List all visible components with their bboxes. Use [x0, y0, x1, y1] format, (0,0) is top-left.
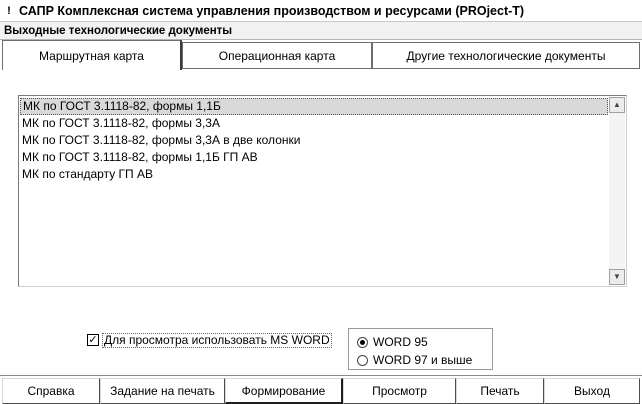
- print-button[interactable]: Печать: [456, 378, 544, 404]
- tab-route-card[interactable]: Маршрутная карта: [2, 40, 182, 70]
- word-95-option[interactable]: WORD 95: [357, 335, 428, 349]
- generate-button[interactable]: Формирование: [225, 378, 343, 404]
- word-97-radio[interactable]: [357, 354, 368, 366]
- preview-button[interactable]: Просмотр: [343, 378, 456, 404]
- list-item[interactable]: МК по ГОСТ 3.1118-82, формы 1,1Б: [20, 98, 608, 115]
- button-bar: Справка Задание на печать Формирование П…: [0, 375, 642, 404]
- list-item[interactable]: МК по ГОСТ 3.1118-82, формы 3,3А в две к…: [20, 132, 608, 149]
- tab-operation-card[interactable]: Операционная карта: [182, 42, 372, 69]
- document-list[interactable]: МК по ГОСТ 3.1118-82, формы 1,1Б МК по Г…: [18, 95, 627, 287]
- section-title: Выходные технологические документы: [0, 22, 642, 40]
- use-ms-word-checkbox[interactable]: ✓: [87, 334, 99, 346]
- list-item[interactable]: МК по ГОСТ 3.1118-82, формы 3,3А: [20, 115, 608, 132]
- tab-other-documents[interactable]: Другие технологические документы: [372, 42, 640, 69]
- use-ms-word-option[interactable]: ✓ Для просмотра использовать MS WORD: [87, 332, 332, 348]
- list-scrollbar[interactable]: ▲ ▼: [609, 97, 625, 285]
- list-item[interactable]: МК по стандарту ГП АВ: [20, 166, 608, 183]
- title-bar: ! САПР Комплексная система управления пр…: [0, 0, 642, 22]
- word-95-radio[interactable]: [357, 336, 368, 348]
- word-95-label[interactable]: WORD 95: [373, 335, 428, 349]
- exit-button[interactable]: Выход: [544, 378, 640, 404]
- word-97-option[interactable]: WORD 97 и выше: [357, 353, 472, 367]
- help-button[interactable]: Справка: [2, 378, 100, 404]
- window-title: САПР Комплексная система управления прои…: [19, 3, 525, 18]
- tab-divider: [182, 68, 640, 69]
- scroll-down-icon[interactable]: ▼: [609, 269, 625, 285]
- list-item[interactable]: МК по ГОСТ 3.1118-82, формы 1,1Б ГП АВ: [20, 149, 608, 166]
- word-97-label[interactable]: WORD 97 и выше: [373, 353, 472, 367]
- tab-strip: Маршрутная карта Операционная карта Друг…: [0, 40, 642, 70]
- word-version-group: WORD 95 WORD 97 и выше: [348, 328, 493, 370]
- use-ms-word-label[interactable]: Для просмотра использовать MS WORD: [102, 332, 332, 348]
- app-icon[interactable]: !: [2, 4, 16, 18]
- print-task-button[interactable]: Задание на печать: [100, 378, 225, 404]
- scroll-up-icon[interactable]: ▲: [609, 97, 625, 113]
